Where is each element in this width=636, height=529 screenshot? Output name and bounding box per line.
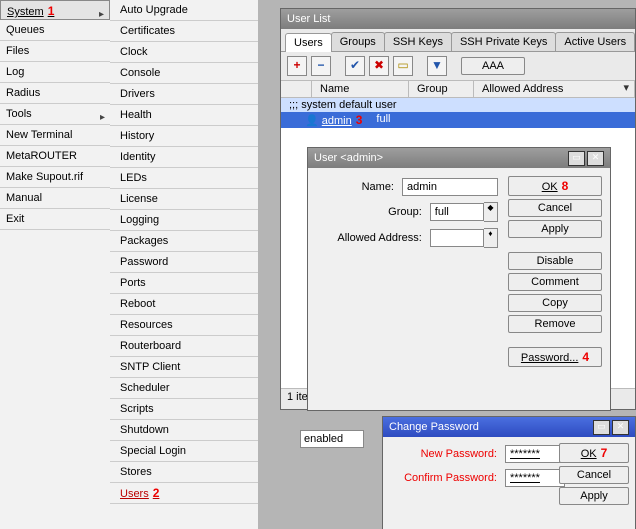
add-button[interactable]: + [287, 56, 307, 76]
comment-button[interactable]: ▭ [393, 56, 413, 76]
cp-ok-button[interactable]: OK7 [559, 443, 629, 463]
submenu-history[interactable]: History [110, 126, 258, 147]
col-spacer[interactable] [281, 81, 312, 97]
submenu-packages[interactable]: Packages [110, 231, 258, 252]
change-password-buttons: OK7 Cancel Apply [559, 443, 629, 505]
enabled-field[interactable]: enabled [300, 430, 364, 448]
submenu-leds[interactable]: LEDs [110, 168, 258, 189]
tab-groups[interactable]: Groups [331, 32, 385, 51]
tab-users[interactable]: Users [285, 33, 332, 52]
disable-button[interactable]: ✖ [369, 56, 389, 76]
column-headers: Name Group Allowed Address ▾ [281, 81, 635, 98]
user-list-title-bar[interactable]: User List [281, 9, 635, 29]
submenu-scheduler[interactable]: Scheduler [110, 378, 258, 399]
label-name: Name: [318, 181, 402, 193]
main-menu-log[interactable]: Log [0, 62, 110, 83]
main-menu-tools[interactable]: Tools▸ [0, 104, 110, 125]
label-allowed: Allowed Address: [318, 232, 430, 244]
submenu-resources[interactable]: Resources [110, 315, 258, 336]
cancel-button[interactable]: Cancel [508, 199, 602, 217]
submenu-clock[interactable]: Clock [110, 42, 258, 63]
remove-button2[interactable]: Remove [508, 315, 602, 333]
cp-cancel-button[interactable]: Cancel [559, 466, 629, 484]
label-newpw: New Password: [389, 448, 505, 460]
main-menu-metarouter[interactable]: MetaROUTER [0, 146, 110, 167]
submenu-identity[interactable]: Identity [110, 147, 258, 168]
main-menu-manual[interactable]: Manual [0, 188, 110, 209]
system-submenu: Auto UpgradeCertificatesClockConsoleDriv… [110, 0, 259, 529]
col-allowed[interactable]: Allowed Address [474, 81, 635, 97]
submenu-routerboard[interactable]: Routerboard [110, 336, 258, 357]
row-comment: ;;; system default user [281, 98, 635, 112]
main-menu-make-supout-rif[interactable]: Make Supout.rif [0, 167, 110, 188]
remove-button[interactable]: − [311, 56, 331, 76]
row-user-name: admin [322, 115, 352, 127]
main-menu: System▸1QueuesFilesLogRadiusTools▸New Te… [0, 0, 111, 529]
label-group: Group: [318, 206, 430, 218]
submenu-users[interactable]: Users2 [110, 483, 258, 504]
row-user-group: full [376, 113, 390, 127]
enable-button[interactable]: ✔ [345, 56, 365, 76]
allowed-input[interactable] [430, 229, 484, 247]
cp-apply-button[interactable]: Apply [559, 487, 629, 505]
col-group[interactable]: Group [409, 81, 474, 97]
main-menu-queues[interactable]: Queues [0, 20, 110, 41]
tab-ssh-private-keys[interactable]: SSH Private Keys [451, 32, 556, 51]
submenu-special-login[interactable]: Special Login [110, 441, 258, 462]
submenu-health[interactable]: Health [110, 105, 258, 126]
main-menu-exit[interactable]: Exit [0, 209, 110, 230]
confirm-password-input[interactable] [505, 469, 565, 487]
close-button[interactable]: ✕ [587, 151, 604, 166]
user-dialog-title-bar[interactable]: User <admin> ▭✕ [308, 148, 610, 168]
col-name[interactable]: Name [312, 81, 409, 97]
change-password-dialog: Change Password ▭✕ New Password: 5 Confi… [382, 416, 636, 529]
user-list-toolbar: + − ✔ ✖ ▭ ▼ AAA [281, 52, 635, 81]
change-password-title: Change Password [389, 417, 479, 437]
user-dialog-title: User <admin> [314, 148, 383, 168]
disable-button[interactable]: Disable [508, 252, 602, 270]
filter-button[interactable]: ▼ [427, 56, 447, 76]
submenu-certificates[interactable]: Certificates [110, 21, 258, 42]
user-list-title: User List [287, 9, 330, 29]
submenu-reboot[interactable]: Reboot [110, 294, 258, 315]
user-dialog-buttons: OK8 Cancel Apply Disable Comment Copy Re… [508, 176, 602, 367]
user-list-tabs: UsersGroupsSSH KeysSSH Private KeysActiv… [281, 29, 635, 52]
group-input[interactable] [430, 203, 484, 221]
submenu-logging[interactable]: Logging [110, 210, 258, 231]
allowed-spinner[interactable]: ♦ [484, 228, 498, 248]
cp-minimize-button[interactable]: ▭ [593, 420, 610, 435]
submenu-scripts[interactable]: Scripts [110, 399, 258, 420]
change-password-title-bar[interactable]: Change Password ▭✕ [383, 417, 635, 437]
group-spinner[interactable]: ◆ [484, 202, 498, 222]
submenu-sntp-client[interactable]: SNTP Client [110, 357, 258, 378]
password-button[interactable]: Password...4 [508, 347, 602, 367]
submenu-password[interactable]: Password [110, 252, 258, 273]
tab-ssh-keys[interactable]: SSH Keys [384, 32, 452, 51]
minimize-button[interactable]: ▭ [568, 151, 585, 166]
row-user[interactable]: 👤 admin3 full [281, 112, 635, 128]
comment-button[interactable]: Comment [508, 273, 602, 291]
ok-button[interactable]: OK8 [508, 176, 602, 196]
label-confirmpw: Confirm Password: [389, 472, 505, 484]
user-dialog: User <admin> ▭✕ Name: Group: ◆ Allowed A… [307, 147, 611, 411]
apply-button[interactable]: Apply [508, 220, 602, 238]
submenu-console[interactable]: Console [110, 63, 258, 84]
main-menu-radius[interactable]: Radius [0, 83, 110, 104]
main-menu-new-terminal[interactable]: New Terminal [0, 125, 110, 146]
submenu-stores[interactable]: Stores [110, 462, 258, 483]
submenu-ports[interactable]: Ports [110, 273, 258, 294]
main-menu-files[interactable]: Files [0, 41, 110, 62]
name-input[interactable] [402, 178, 498, 196]
aaa-button[interactable]: AAA [461, 57, 525, 75]
copy-button[interactable]: Copy [508, 294, 602, 312]
submenu-drivers[interactable]: Drivers [110, 84, 258, 105]
submenu-license[interactable]: License [110, 189, 258, 210]
new-password-input[interactable] [505, 445, 565, 463]
main-menu-system[interactable]: System▸1 [0, 0, 110, 20]
cp-close-button[interactable]: ✕ [612, 420, 629, 435]
submenu-shutdown[interactable]: Shutdown [110, 420, 258, 441]
tab-active-users[interactable]: Active Users [555, 32, 635, 51]
submenu-auto-upgrade[interactable]: Auto Upgrade [110, 0, 258, 21]
user-dialog-form: Name: Group: ◆ Allowed Address: ♦ [308, 168, 508, 260]
